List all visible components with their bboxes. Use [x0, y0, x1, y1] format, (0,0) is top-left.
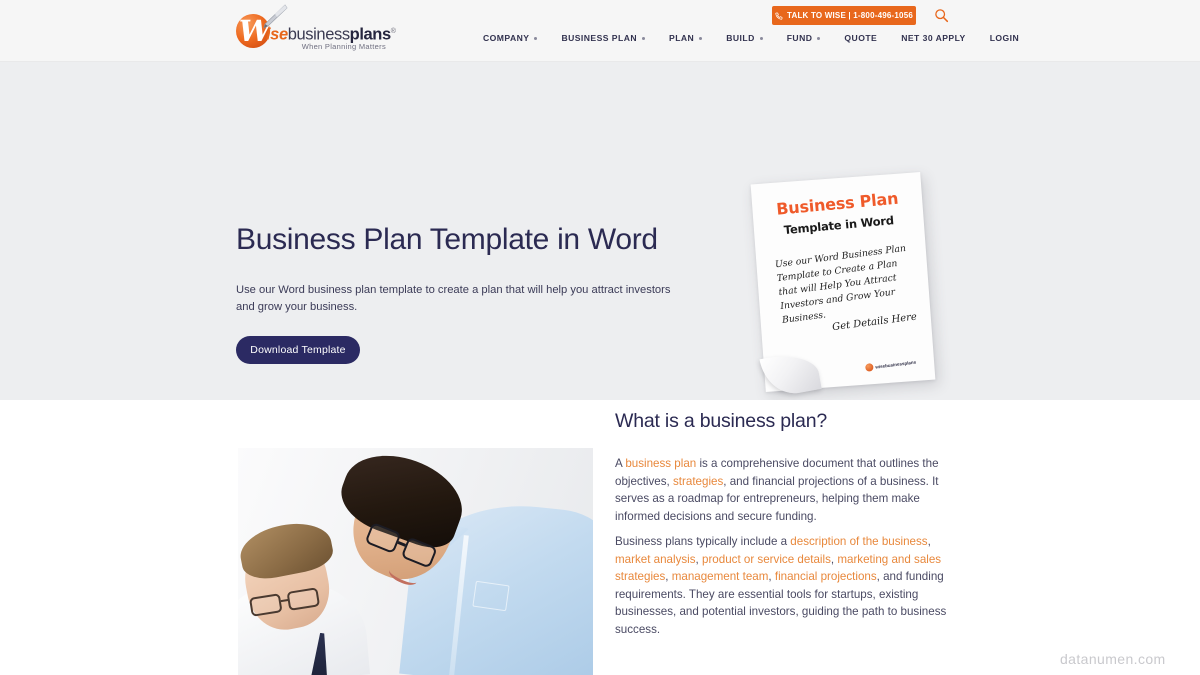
nav-label: BUILD — [726, 33, 755, 43]
search-icon — [934, 8, 948, 22]
main-navigation: COMPANY BUSINESS PLAN PLAN BUILD FUND QU… — [483, 33, 1031, 43]
woman-shirt-pocket — [472, 580, 510, 612]
what-is-a-business-plan-section: What is a business plan? A business plan… — [0, 400, 1200, 675]
link-market-analysis[interactable]: market analysis — [615, 553, 696, 566]
link-financial-projections[interactable]: financial projections — [775, 570, 877, 583]
p2-text-2: , — [927, 535, 931, 548]
paragraph-two: Business plans typically include a descr… — [615, 533, 955, 638]
nav-label: PLAN — [669, 33, 695, 43]
chevron-down-icon — [817, 36, 821, 40]
search-button[interactable] — [932, 6, 950, 24]
page-title: Business Plan Template in Word — [236, 223, 658, 256]
link-strategies[interactable]: strategies — [673, 475, 723, 488]
nav-label: NET 30 APPLY — [901, 33, 966, 43]
nav-label: BUSINESS PLAN — [561, 33, 638, 43]
chevron-down-icon — [534, 36, 538, 40]
nav-item-net-30-apply[interactable]: NET 30 APPLY — [889, 33, 977, 43]
nav-item-fund[interactable]: FUND — [775, 33, 833, 43]
paper-logo-text: wisebusinessplans — [874, 359, 917, 370]
logo-tagline: When Planning Matters — [301, 42, 386, 51]
link-management-team[interactable]: management team — [672, 570, 769, 583]
logo-wordmark: isebusinessplans® — [266, 23, 396, 44]
paragraph-one: A business plan is a comprehensive docum… — [615, 455, 955, 525]
site-header: W isebusinessplans® When Planning Matter… — [0, 0, 1200, 62]
chevron-down-icon — [699, 36, 703, 40]
link-business-plan[interactable]: business plan — [625, 457, 696, 470]
logo-plans: plans — [349, 25, 392, 44]
download-template-button[interactable]: Download Template — [236, 336, 360, 364]
nav-label: QUOTE — [844, 33, 878, 43]
site-logo[interactable]: W isebusinessplans® When Planning Matter… — [236, 4, 396, 54]
paper-sheet: Business Plan Template in Word Use our W… — [750, 172, 936, 399]
nav-item-company[interactable]: COMPANY — [483, 33, 549, 43]
download-template-label: Download Template — [250, 344, 346, 356]
hero-section: Business Plan Template in Word Use our W… — [0, 62, 1200, 400]
business-plan-template-mockup: Business Plan Template in Word Use our W… — [748, 172, 948, 399]
talk-to-wise-button[interactable]: TALK TO WISE | 1-800-496-1056 — [772, 6, 916, 25]
paper-logo: wisebusinessplans — [864, 358, 917, 372]
chevron-down-icon — [642, 36, 646, 40]
section-title: What is a business plan? — [615, 410, 827, 432]
talk-to-wise-label: TALK TO WISE | 1-800-496-1056 — [786, 11, 913, 20]
chevron-down-icon — [759, 36, 763, 40]
nav-item-plan[interactable]: PLAN — [657, 33, 714, 43]
nav-label: FUND — [786, 33, 813, 43]
logo-ise: ise — [266, 25, 288, 44]
p2-text-1: Business plans typically include a — [615, 535, 791, 548]
paper-logo-circle-icon — [864, 362, 874, 372]
hero-subtitle: Use our Word business plan template to c… — [236, 284, 671, 313]
nav-label: LOGIN — [989, 33, 1020, 43]
p1-text-1: A — [615, 457, 626, 470]
phone-icon — [775, 12, 783, 20]
logo-registered-mark: ® — [390, 28, 396, 35]
business-people-photo — [238, 448, 593, 675]
logo-business: business — [287, 25, 350, 44]
link-description-of-the-business[interactable]: description of the business — [790, 535, 927, 548]
nav-item-login[interactable]: LOGIN — [978, 33, 1031, 43]
nav-item-build[interactable]: BUILD — [714, 33, 775, 43]
link-product-or-service-details[interactable]: product or service details — [702, 553, 831, 566]
nav-item-business-plan[interactable]: BUSINESS PLAN — [549, 33, 657, 43]
nav-item-quote[interactable]: QUOTE — [832, 33, 889, 43]
watermark: datanumen.com — [1060, 651, 1166, 667]
nav-label: COMPANY — [483, 33, 530, 43]
